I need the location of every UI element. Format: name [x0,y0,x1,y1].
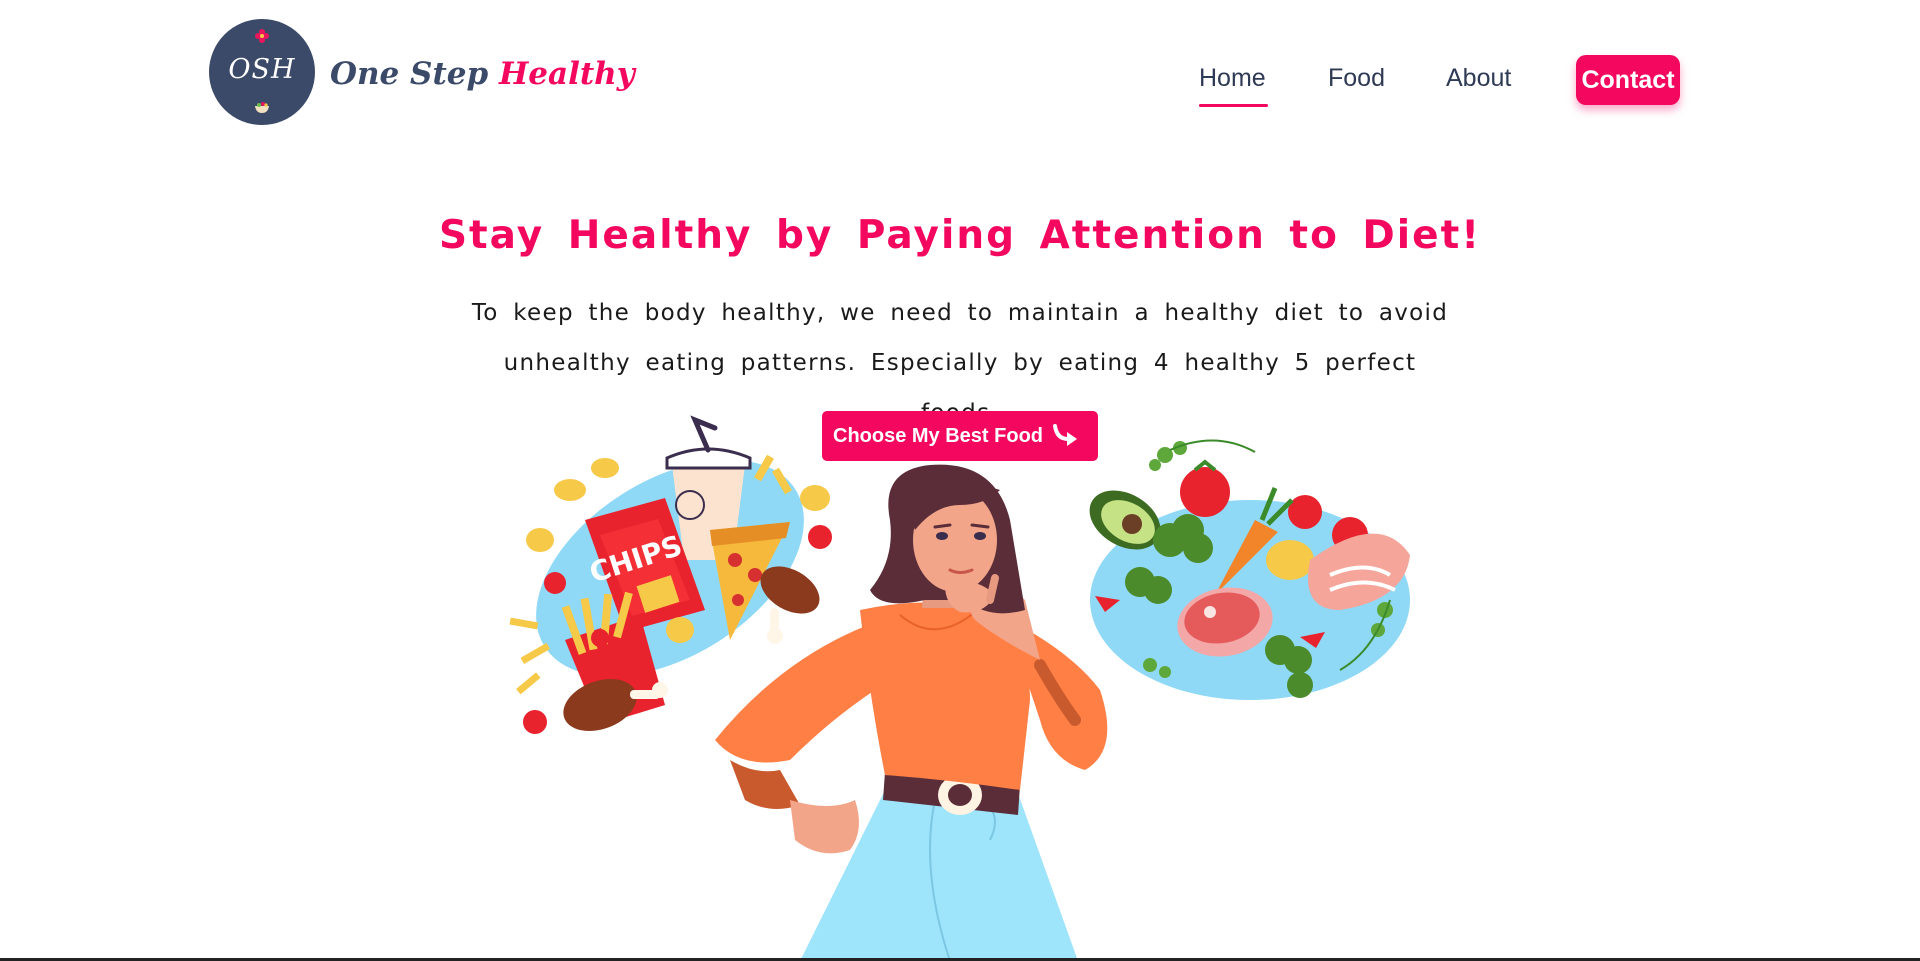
hero-illustration: CHIPS [509,415,1410,961]
choose-food-button[interactable]: Choose My Best Food [822,411,1098,461]
choose-food-label: Choose My Best Food [833,424,1044,447]
arrow-turn-icon [1053,424,1078,446]
healthy-food-plate [1089,439,1410,700]
